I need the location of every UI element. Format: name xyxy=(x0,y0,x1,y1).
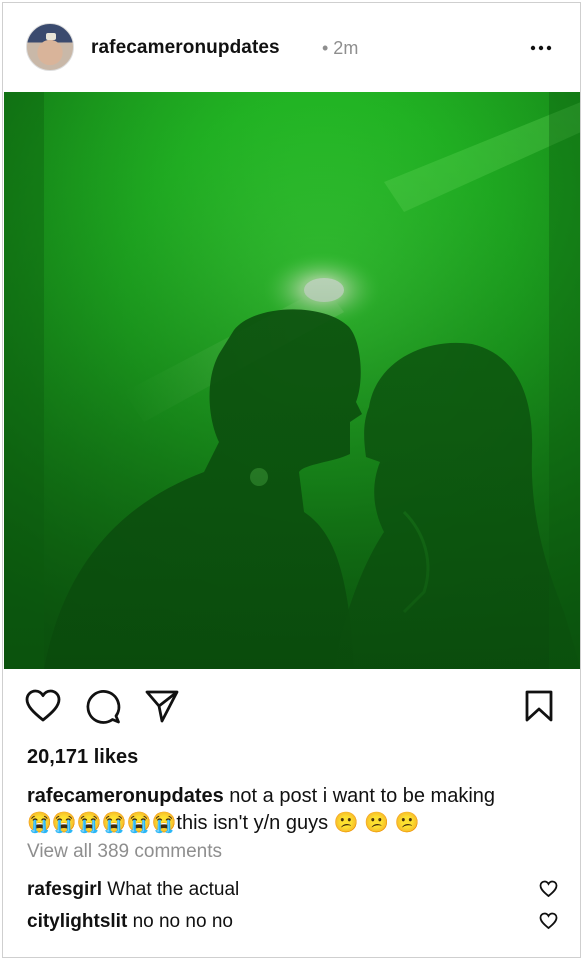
cap-logo xyxy=(46,33,56,40)
comment-icon[interactable] xyxy=(85,689,121,725)
caption-emojis-sad: 😭😭😭😭😭😭 xyxy=(27,812,177,834)
comment-item: citylightslit no no no no xyxy=(27,911,233,933)
view-all-comments[interactable]: View all 389 comments xyxy=(27,841,222,863)
avatar[interactable] xyxy=(26,23,74,71)
post-header: rafecameronupdates • 2m xyxy=(3,3,580,93)
post-card: rafecameronupdates • 2m 20,171 likes raf… xyxy=(2,2,581,958)
save-icon[interactable] xyxy=(524,689,554,723)
more-options-icon[interactable] xyxy=(529,36,553,60)
post-photo[interactable] xyxy=(4,92,581,669)
comment-like-icon[interactable] xyxy=(539,880,558,898)
caption-emojis-confused: 😕 😕 😕 xyxy=(333,812,420,834)
comment-text: no no no no xyxy=(127,911,233,932)
comment-username[interactable]: citylightslit xyxy=(27,911,127,932)
comment-item: rafesgirl What the actual xyxy=(27,879,239,901)
caption-text-2: this isn't y/n guys xyxy=(176,812,329,834)
like-icon[interactable] xyxy=(25,689,61,723)
comment-text: What the actual xyxy=(101,879,240,900)
likes-count[interactable]: 20,171 likes xyxy=(27,746,138,769)
share-icon[interactable] xyxy=(144,689,180,723)
caption-text: not a post i want to be making xyxy=(223,785,496,807)
comment-username[interactable]: rafesgirl xyxy=(27,879,102,900)
post-username[interactable]: rafecameronupdates xyxy=(91,37,280,59)
post-caption: rafecameronupdates not a post i want to … xyxy=(27,783,567,837)
caption-username[interactable]: rafecameronupdates xyxy=(27,785,224,807)
post-time: • 2m xyxy=(322,38,359,58)
comment-like-icon[interactable] xyxy=(539,912,558,930)
